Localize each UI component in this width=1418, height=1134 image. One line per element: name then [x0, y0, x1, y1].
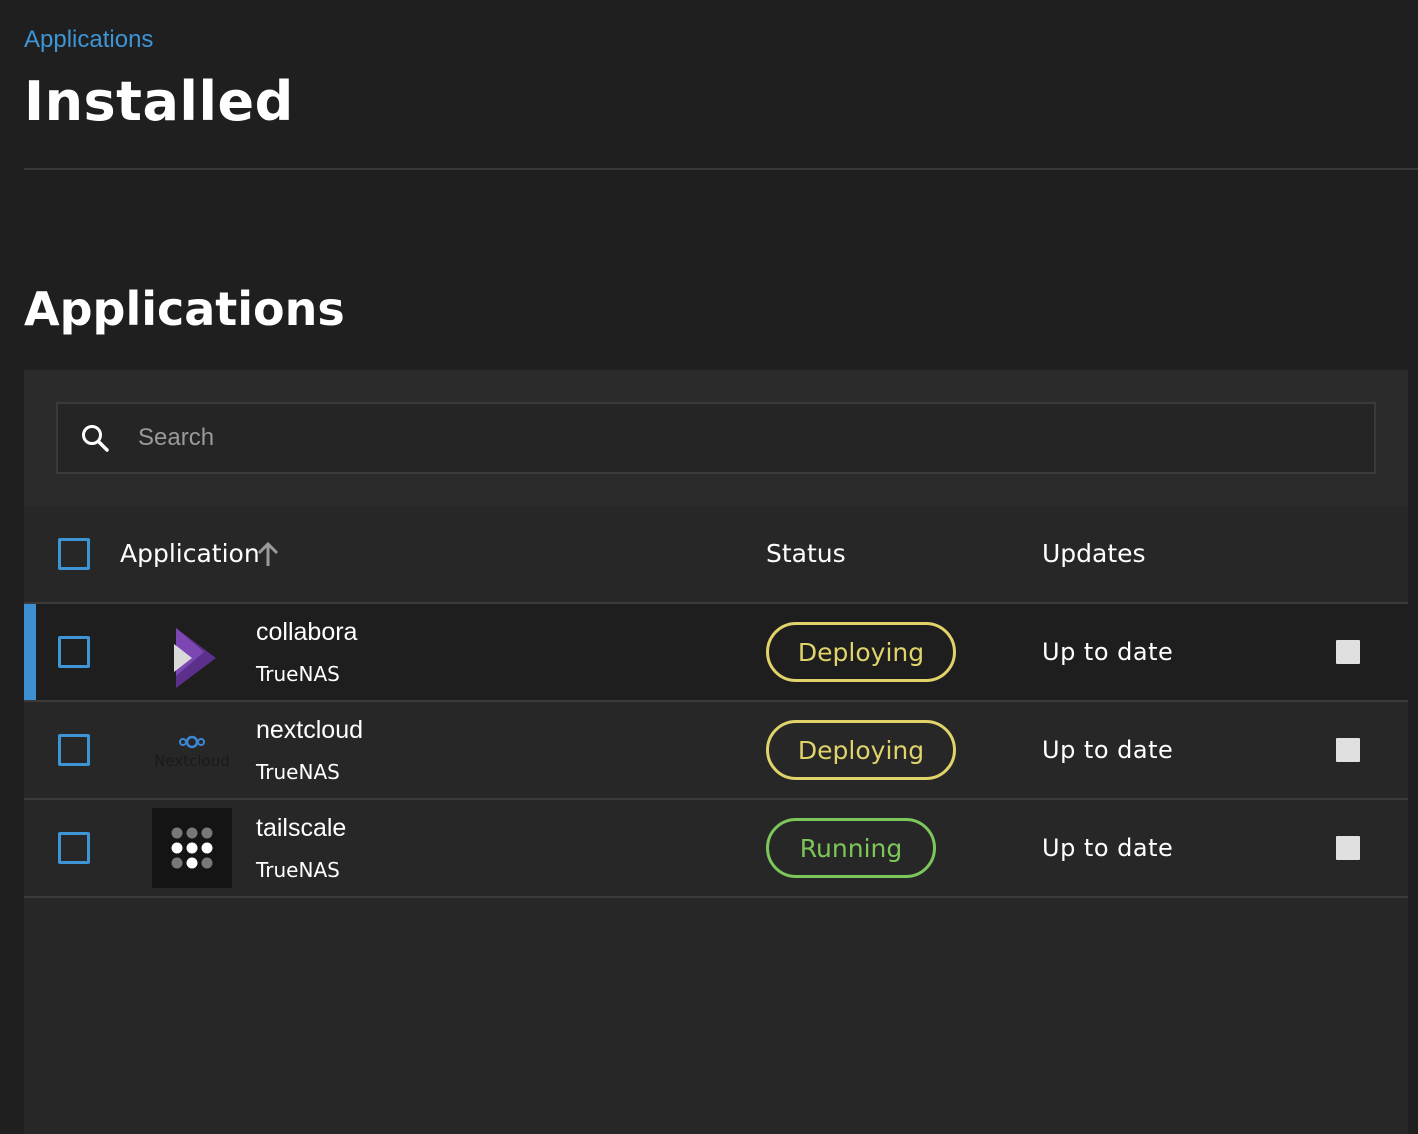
column-header-updates: Updates	[1042, 539, 1146, 568]
column-header-status: Status	[766, 539, 846, 568]
table-row[interactable]: tailscale TrueNAS Running Up to date	[24, 800, 1408, 898]
row-action-button[interactable]	[1336, 738, 1360, 762]
section-title: Applications	[24, 282, 345, 336]
updates-status: Up to date	[1042, 736, 1174, 764]
app-catalog: TrueNAS	[256, 858, 340, 882]
row-action-button[interactable]	[1336, 836, 1360, 860]
updates-status: Up to date	[1042, 834, 1174, 862]
app-name[interactable]: nextcloud	[256, 716, 363, 745]
search-bar	[24, 370, 1408, 506]
tailscale-logo	[152, 808, 232, 888]
collabora-logo	[174, 628, 216, 688]
applications-card: Application Status Updates collabora Tru…	[24, 370, 1408, 1134]
arrow-up-icon[interactable]	[256, 540, 280, 568]
row-checkbox[interactable]	[58, 636, 90, 668]
search-input[interactable]	[138, 418, 1338, 458]
app-catalog: TrueNAS	[256, 662, 340, 686]
select-all-checkbox[interactable]	[58, 538, 90, 570]
status-badge: Running	[766, 818, 936, 878]
status-badge: Deploying	[766, 622, 956, 682]
table-row[interactable]: Nextcloud nextcloud TrueNAS Deploying Up…	[24, 702, 1408, 800]
app-name[interactable]: collabora	[256, 618, 357, 647]
search-icon	[82, 425, 109, 452]
page-title: Installed	[24, 70, 294, 133]
header-divider	[24, 168, 1418, 170]
row-checkbox[interactable]	[58, 734, 90, 766]
nextcloud-logo-wordmark: Nextcloud	[154, 752, 230, 770]
row-action-button[interactable]	[1336, 640, 1360, 664]
updates-status: Up to date	[1042, 638, 1174, 666]
status-badge: Deploying	[766, 720, 956, 780]
nextcloud-logo: Nextcloud	[154, 735, 230, 770]
column-header-application[interactable]: Application	[120, 539, 260, 568]
app-name[interactable]: tailscale	[256, 814, 346, 843]
breadcrumb[interactable]: Applications	[24, 26, 153, 54]
selected-row-indicator	[24, 604, 36, 700]
search-box[interactable]	[56, 402, 1376, 474]
app-catalog: TrueNAS	[256, 760, 340, 784]
row-checkbox[interactable]	[58, 832, 90, 864]
table-row[interactable]: collabora TrueNAS Deploying Up to date	[24, 604, 1408, 702]
table-header: Application Status Updates	[24, 506, 1408, 604]
